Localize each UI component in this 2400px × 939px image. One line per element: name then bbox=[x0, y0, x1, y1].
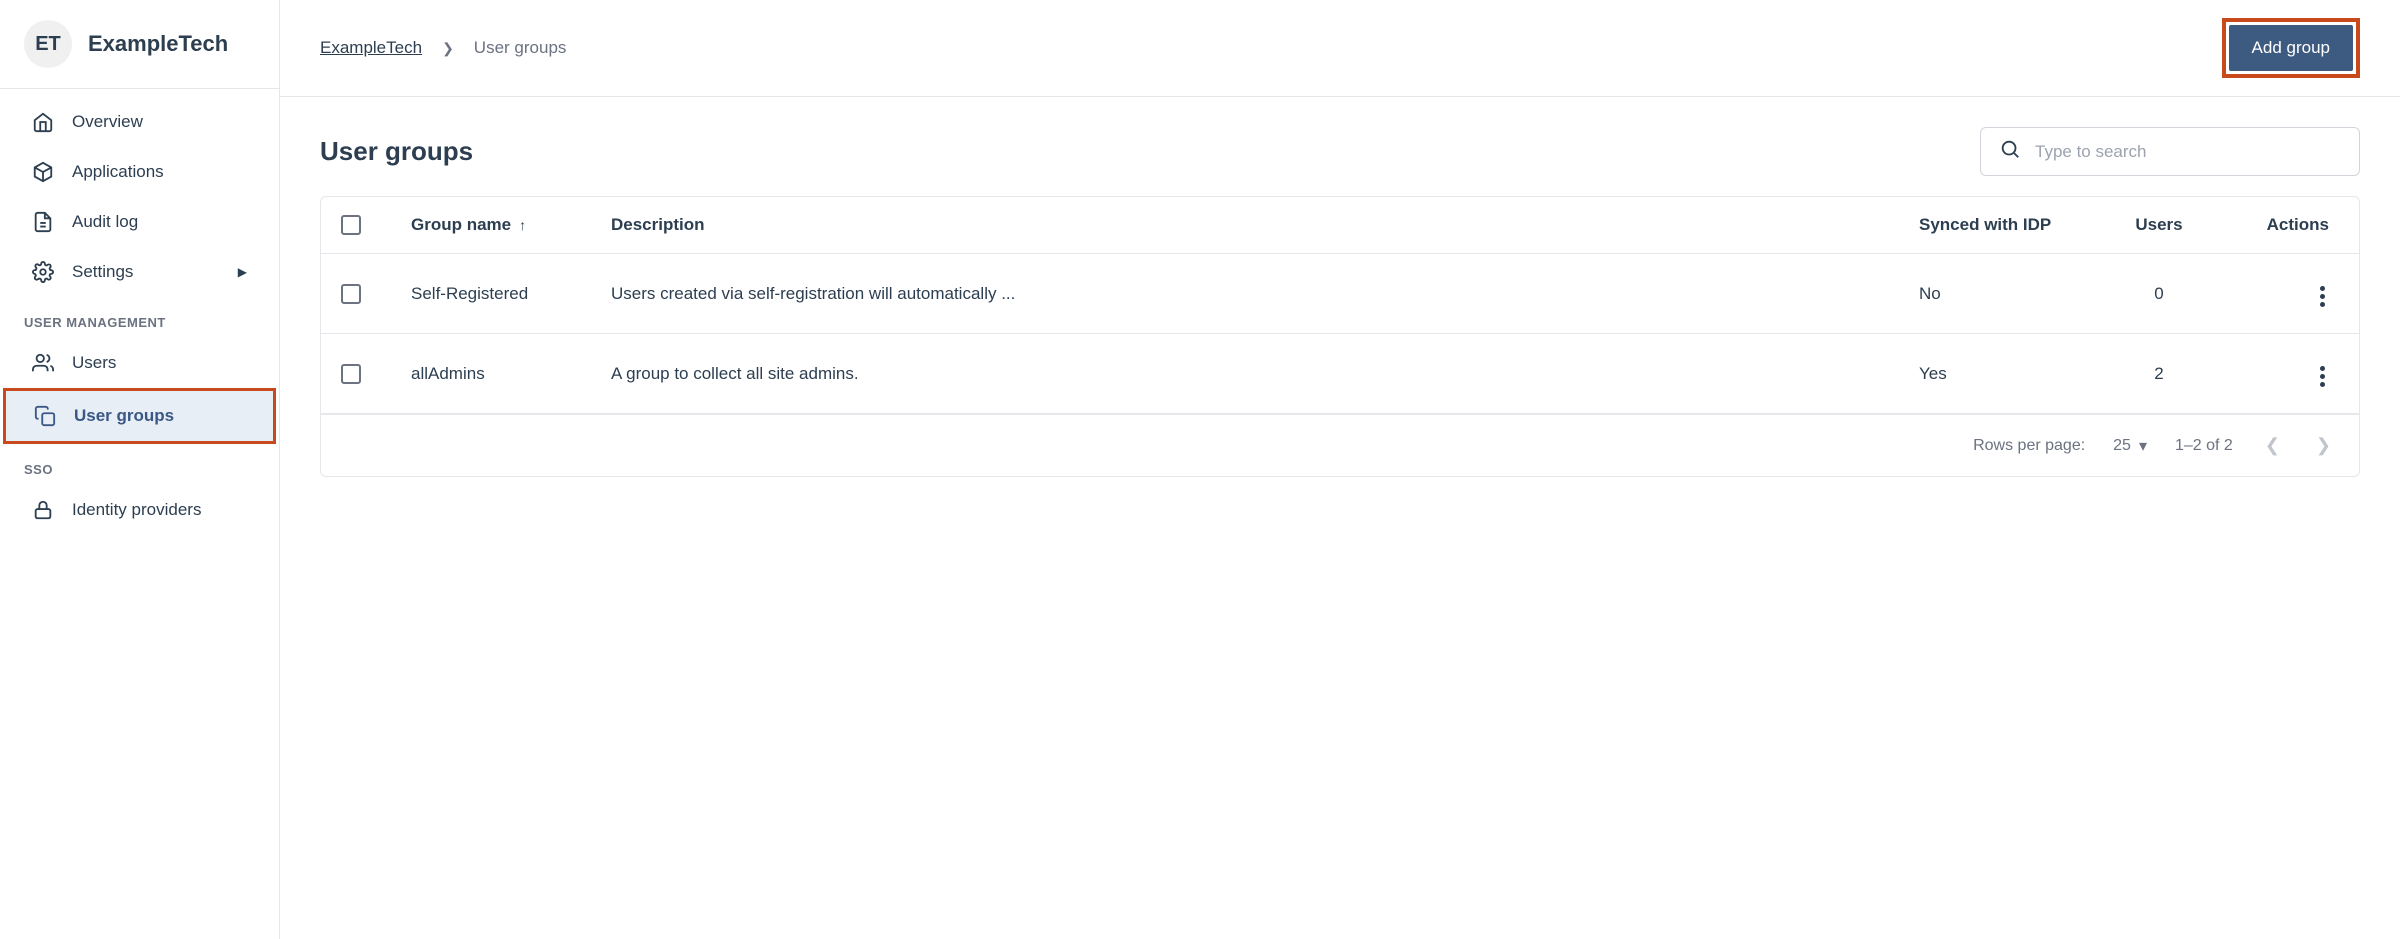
search-icon bbox=[1999, 138, 2021, 165]
main: ExampleTech ❯ User groups Add group User… bbox=[280, 0, 2400, 939]
sidebar-item-settings[interactable]: Settings ▶ bbox=[0, 247, 279, 297]
col-description[interactable]: Description bbox=[611, 215, 1919, 235]
cell-users: 2 bbox=[2099, 364, 2219, 384]
sidebar-item-user-groups[interactable]: User groups bbox=[3, 388, 276, 444]
chevron-right-icon: ▶ bbox=[238, 265, 247, 279]
select-all-checkbox[interactable] bbox=[341, 215, 361, 235]
cell-description: A group to collect all site admins. bbox=[611, 364, 1919, 384]
nav-label: Settings bbox=[72, 262, 133, 282]
pagination-next[interactable]: ❯ bbox=[2312, 435, 2335, 456]
content: User groups Group name↑ Description Sync… bbox=[280, 97, 2400, 507]
add-group-button[interactable]: Add group bbox=[2229, 25, 2353, 71]
org-name: ExampleTech bbox=[88, 31, 228, 57]
pagination: Rows per page: 25 ▾ 1–2 of 2 ❮ ❯ bbox=[321, 414, 2359, 476]
box-icon bbox=[32, 161, 54, 183]
sidebar-item-applications[interactable]: Applications bbox=[0, 147, 279, 197]
cell-synced-idp: Yes bbox=[1919, 364, 2099, 384]
home-icon bbox=[32, 111, 54, 133]
pagination-prev[interactable]: ❮ bbox=[2261, 435, 2284, 456]
cell-group-name[interactable]: Self-Registered bbox=[411, 284, 611, 304]
page-title: User groups bbox=[320, 136, 473, 167]
col-users[interactable]: Users bbox=[2099, 215, 2219, 235]
sidebar-item-overview[interactable]: Overview bbox=[0, 97, 279, 147]
row-actions-menu[interactable] bbox=[2316, 282, 2329, 311]
col-actions: Actions bbox=[2219, 215, 2339, 235]
topbar: ExampleTech ❯ User groups Add group bbox=[280, 0, 2400, 97]
nav-label: User groups bbox=[74, 406, 174, 426]
nav-label: Applications bbox=[72, 162, 164, 182]
breadcrumb: ExampleTech ❯ User groups bbox=[320, 38, 566, 58]
sidebar-item-users[interactable]: Users bbox=[0, 338, 279, 388]
table-row: allAdmins A group to collect all site ad… bbox=[321, 334, 2359, 414]
row-checkbox[interactable] bbox=[341, 364, 361, 384]
nav-section-sso: SSO bbox=[0, 444, 279, 485]
cell-synced-idp: No bbox=[1919, 284, 2099, 304]
rows-per-page-value: 25 bbox=[2113, 437, 2131, 455]
search-input[interactable] bbox=[2035, 142, 2341, 162]
sidebar: ET ExampleTech Overview Applications Aud… bbox=[0, 0, 280, 939]
breadcrumb-current: User groups bbox=[474, 38, 567, 58]
nav-label: Identity providers bbox=[72, 500, 201, 520]
rows-per-page-label: Rows per page: bbox=[1973, 437, 2085, 455]
nav-label: Users bbox=[72, 353, 116, 373]
pagination-range: 1–2 of 2 bbox=[2175, 437, 2233, 455]
chevron-down-icon: ▾ bbox=[2139, 436, 2147, 456]
page-header: User groups bbox=[320, 127, 2360, 176]
breadcrumb-root[interactable]: ExampleTech bbox=[320, 38, 422, 58]
cell-group-name[interactable]: allAdmins bbox=[411, 364, 611, 384]
nav-section-user-management: USER MANAGEMENT bbox=[0, 297, 279, 338]
lock-icon bbox=[32, 499, 54, 521]
nav-label: Audit log bbox=[72, 212, 138, 232]
cell-description: Users created via self-registration will… bbox=[611, 284, 1919, 304]
sidebar-item-audit-log[interactable]: Audit log bbox=[0, 197, 279, 247]
table-header: Group name↑ Description Synced with IDP … bbox=[321, 197, 2359, 254]
col-synced-idp[interactable]: Synced with IDP bbox=[1919, 215, 2099, 235]
add-group-highlight: Add group bbox=[2222, 18, 2360, 78]
file-icon bbox=[32, 211, 54, 233]
org-avatar: ET bbox=[24, 20, 72, 68]
nav: Overview Applications Audit log Settings… bbox=[0, 89, 279, 535]
row-actions-menu[interactable] bbox=[2316, 362, 2329, 391]
org-header[interactable]: ET ExampleTech bbox=[0, 0, 279, 89]
rows-per-page-select[interactable]: 25 ▾ bbox=[2113, 436, 2147, 456]
groups-table: Group name↑ Description Synced with IDP … bbox=[320, 196, 2360, 477]
cell-users: 0 bbox=[2099, 284, 2219, 304]
gear-icon bbox=[32, 261, 54, 283]
col-group-name[interactable]: Group name↑ bbox=[411, 215, 611, 235]
search-box[interactable] bbox=[1980, 127, 2360, 176]
nav-label: Overview bbox=[72, 112, 143, 132]
arrow-up-icon: ↑ bbox=[519, 217, 526, 233]
sidebar-item-identity-providers[interactable]: Identity providers bbox=[0, 485, 279, 535]
row-checkbox[interactable] bbox=[341, 284, 361, 304]
copy-icon bbox=[34, 405, 56, 427]
table-row: Self-Registered Users created via self-r… bbox=[321, 254, 2359, 334]
chevron-right-icon: ❯ bbox=[442, 40, 454, 57]
users-icon bbox=[32, 352, 54, 374]
